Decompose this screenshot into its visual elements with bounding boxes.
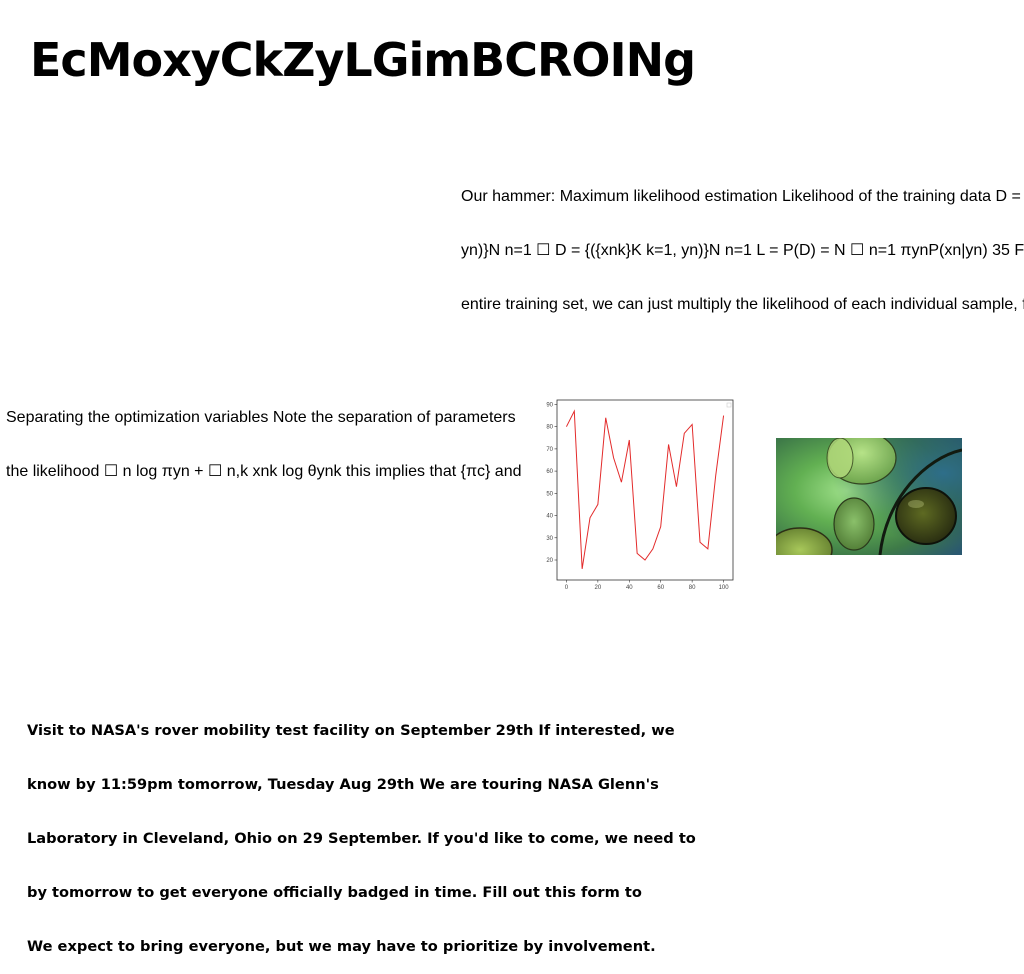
notice-line: Laboratory in Cleveland, Ohio on 29 Sept… [27,830,696,847]
notice-line: know by 11:59pm tomorrow, Tuesday Aug 29… [27,776,659,793]
y-tick-label: 30 [546,536,553,542]
x-tick-label: 60 [657,585,664,591]
abstract-photo-image [776,438,962,555]
series-line [565,409,725,569]
line-chart-svg: 0 20 40 60 80 100 20 30 40 50 60 70 80 90 [546,399,734,591]
text-line: Our hammer: Maximum likelihood estimatio… [461,188,1024,205]
y-tick-label: 60 [546,469,553,475]
abstract-photo [776,438,962,555]
text-line: the likelihood ☐ n log πyn + ☐ n,k xnk l… [6,463,522,480]
separation-text-block: Separating the optimization variables No… [6,373,526,499]
notice-line: Visit to NASA's rover mobility test faci… [27,722,675,739]
text-line: Separating the optimization variables No… [6,409,516,426]
legend-box [726,402,732,408]
text-line: yn)}N n=1 ☐ D = {({xnk}K k=1, yn)}N n=1 … [461,242,1024,259]
mle-text-block: Our hammer: Maximum likelihood estimatio… [461,152,1024,332]
text-line: entire training set, we can just multipl… [461,296,1024,313]
page-title: EcMoxyCkZyLGimBCROINg [30,33,696,87]
x-tick-label: 40 [626,585,633,591]
y-tick-label: 90 [546,402,553,408]
notice-line: We expect to bring everyone, but we may … [27,938,656,955]
x-tick-label: 20 [595,585,602,591]
y-tick-label: 80 [546,425,553,431]
nasa-visit-notice: Visit to NASA's rover mobility test faci… [27,686,707,974]
x-tick-label: 80 [689,585,696,591]
line-chart: 0 20 40 60 80 100 20 30 40 50 60 70 80 90 [540,394,740,594]
x-tick-label: 100 [719,585,730,591]
y-tick-label: 20 [546,558,553,564]
y-tick-label: 50 [546,491,553,497]
y-tick-label: 40 [546,514,553,520]
plot-frame [556,399,734,581]
x-tick-label: 0 [565,585,569,591]
notice-line: by tomorrow to get everyone officially b… [27,884,642,901]
y-tick-label: 70 [546,447,553,453]
